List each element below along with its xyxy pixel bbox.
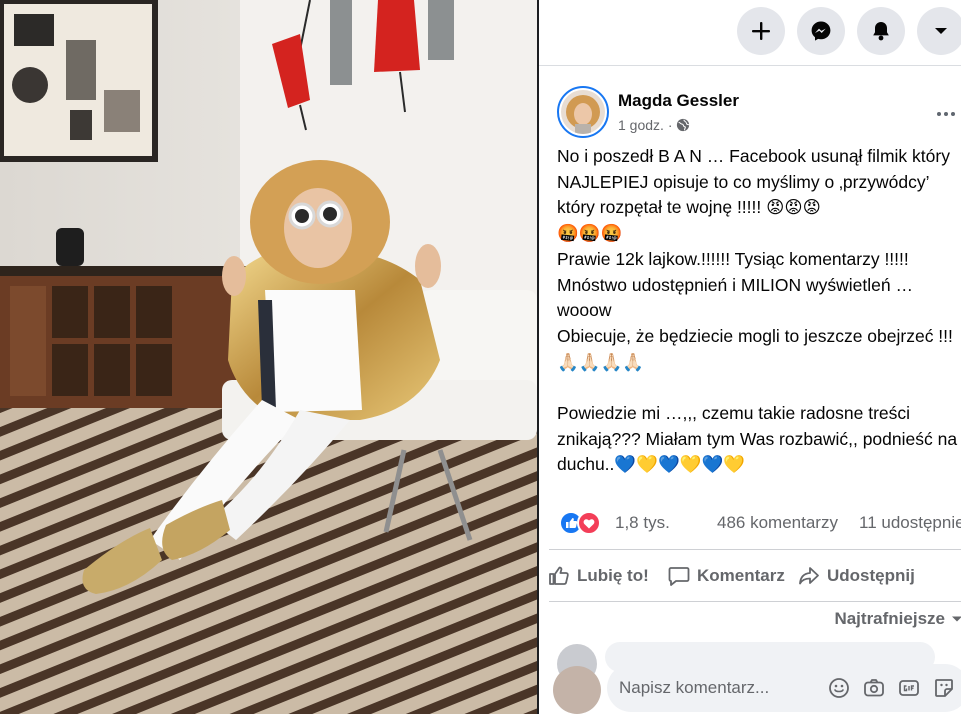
photo-button[interactable] bbox=[862, 676, 886, 700]
post-photo-image bbox=[0, 0, 537, 714]
share-label: Udostępnij bbox=[827, 566, 915, 585]
emoji-button[interactable] bbox=[827, 676, 851, 700]
post-meta: 1 godz. · bbox=[618, 117, 690, 133]
comment-icon bbox=[668, 567, 690, 586]
more-options-button[interactable] bbox=[931, 106, 961, 122]
sticker-button[interactable] bbox=[932, 676, 956, 700]
post-time[interactable]: 1 godz. · bbox=[618, 117, 672, 133]
messenger-icon bbox=[811, 21, 831, 41]
caret-down-icon bbox=[935, 28, 947, 34]
thumbs-up-icon bbox=[549, 566, 569, 585]
account-menu-button[interactable] bbox=[917, 7, 961, 55]
shares-count[interactable]: 11 udostępnień bbox=[859, 513, 961, 533]
gif-icon bbox=[899, 680, 919, 696]
separator bbox=[549, 549, 961, 550]
post-panel: Magda Gessler 1 godz. · No i poszedł B A… bbox=[539, 0, 961, 714]
author-name[interactable]: Magda Gessler bbox=[618, 91, 739, 111]
dot bbox=[944, 112, 948, 116]
reactions-summary: 1,8 tys. 486 komentarzy 11 udostępnień bbox=[559, 510, 961, 536]
like-label: Lubię to! bbox=[577, 566, 649, 585]
comment-label: Komentarz bbox=[697, 566, 785, 585]
share-icon bbox=[799, 567, 819, 585]
user-avatar[interactable] bbox=[553, 666, 601, 714]
top-bar bbox=[539, 0, 961, 66]
post-actions: Lubię to! Komentarz Udostępnij bbox=[539, 552, 961, 598]
sticker-icon bbox=[935, 679, 953, 697]
dot bbox=[937, 112, 941, 116]
reaction-icons[interactable] bbox=[559, 511, 601, 535]
likes-count[interactable]: 1,8 tys. bbox=[615, 513, 670, 533]
plus-icon bbox=[752, 22, 770, 40]
camera-icon bbox=[864, 679, 884, 697]
create-button[interactable] bbox=[737, 7, 785, 55]
post-header: Magda Gessler 1 godz. · bbox=[557, 86, 961, 138]
share-button[interactable]: Udostępnij bbox=[797, 560, 915, 592]
messenger-button[interactable] bbox=[797, 7, 845, 55]
comment-sort-dropdown[interactable]: Najtrafniejsze bbox=[834, 609, 961, 629]
comment-input[interactable] bbox=[619, 674, 799, 702]
emoji-icon bbox=[829, 678, 849, 698]
dot bbox=[951, 112, 955, 116]
avatar[interactable] bbox=[557, 86, 609, 138]
bell-icon bbox=[873, 22, 889, 41]
sort-label: Najtrafniejsze bbox=[834, 609, 945, 628]
comment-composer bbox=[607, 664, 961, 712]
globe-icon[interactable] bbox=[676, 118, 690, 132]
separator bbox=[549, 601, 961, 602]
caret-down-icon bbox=[952, 616, 961, 622]
post-photo[interactable] bbox=[0, 0, 537, 714]
like-button[interactable]: Lubię to! bbox=[547, 560, 649, 592]
post-text: No i poszedł B A N … Facebook usunął fil… bbox=[557, 146, 958, 475]
notifications-button[interactable] bbox=[857, 7, 905, 55]
comments-count[interactable]: 486 komentarzy bbox=[717, 513, 838, 533]
profile-photo bbox=[561, 90, 605, 134]
gif-button[interactable] bbox=[897, 676, 921, 700]
comment-button[interactable]: Komentarz bbox=[667, 560, 785, 592]
